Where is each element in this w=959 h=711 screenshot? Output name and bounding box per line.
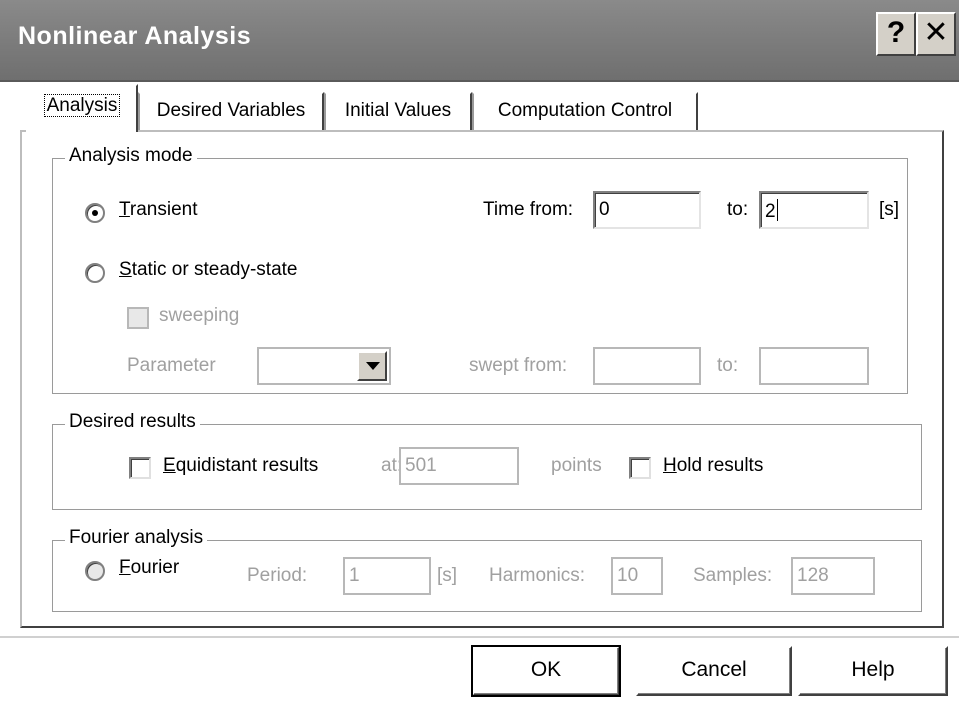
parameter-dropdown[interactable] xyxy=(257,347,391,385)
nonlinear-analysis-dialog: Nonlinear Analysis ? ✕ Analysis Desired … xyxy=(0,0,959,711)
close-icon[interactable]: ✕ xyxy=(916,12,956,56)
swept-to-label: to: xyxy=(717,355,739,376)
static-radio[interactable] xyxy=(85,263,105,283)
samples-input[interactable]: 128 xyxy=(791,557,875,595)
points-label: points xyxy=(551,455,602,476)
desired-results-group: Desired results Equidistant results at: … xyxy=(52,411,922,510)
swept-from-input[interactable] xyxy=(593,347,701,385)
analysis-mode-label: Analysis mode xyxy=(65,145,197,167)
fourier-analysis-group: Fourier analysis Fourier Period: 1 [s] H… xyxy=(52,527,922,612)
equidistant-label[interactable]: Equidistant results xyxy=(163,455,318,477)
period-input[interactable]: 1 xyxy=(343,557,431,595)
analysis-tab-panel: Analysis mode Transient Time from: 0 to:… xyxy=(20,130,944,628)
swept-to-input[interactable] xyxy=(759,347,869,385)
fourier-radio[interactable] xyxy=(85,561,105,581)
title-bar[interactable]: Nonlinear Analysis ? ✕ xyxy=(0,0,959,82)
time-from-input[interactable]: 0 xyxy=(593,191,701,229)
help-button[interactable]: Help xyxy=(798,646,948,696)
transient-label[interactable]: Transient xyxy=(119,199,198,221)
harmonics-input[interactable]: 10 xyxy=(611,557,663,595)
static-label[interactable]: Static or steady-state xyxy=(119,259,297,281)
hold-results-label[interactable]: Hold results xyxy=(663,455,763,477)
samples-label: Samples: xyxy=(693,565,773,586)
fourier-analysis-label: Fourier analysis xyxy=(65,527,208,549)
cancel-button[interactable]: Cancel xyxy=(636,646,792,696)
tab-computation-control[interactable]: Computation Control xyxy=(472,92,698,130)
time-to-label: to: xyxy=(727,199,749,220)
desired-results-label: Desired results xyxy=(65,411,200,433)
tab-analysis[interactable]: Analysis xyxy=(26,84,138,132)
time-unit-label: [s] xyxy=(879,199,900,220)
fourier-label[interactable]: Fourier xyxy=(119,557,179,579)
chevron-down-icon[interactable] xyxy=(357,351,387,381)
harmonics-label: Harmonics: xyxy=(489,565,586,586)
sweeping-checkbox[interactable] xyxy=(127,307,149,329)
hold-results-checkbox[interactable] xyxy=(629,457,651,479)
help-question-icon[interactable]: ? xyxy=(876,12,916,56)
window-title: Nonlinear Analysis xyxy=(18,22,252,50)
time-to-input[interactable]: 2 xyxy=(759,191,869,229)
analysis-mode-group: Analysis mode Transient Time from: 0 to:… xyxy=(52,145,908,394)
period-unit-label: [s] xyxy=(437,565,458,586)
swept-from-label: swept from: xyxy=(469,355,568,376)
button-area-divider xyxy=(0,636,959,638)
sweeping-label: sweeping xyxy=(159,305,240,326)
transient-radio[interactable] xyxy=(85,203,105,223)
tab-initial-values[interactable]: Initial Values xyxy=(324,92,472,130)
tab-desired-variables[interactable]: Desired Variables xyxy=(138,92,324,130)
points-input[interactable]: 501 xyxy=(399,447,519,485)
period-label: Period: xyxy=(247,565,308,586)
parameter-label: Parameter xyxy=(127,355,216,376)
ok-button[interactable]: OK xyxy=(471,645,621,697)
time-from-label: Time from: xyxy=(483,199,574,220)
equidistant-checkbox[interactable] xyxy=(129,457,151,479)
